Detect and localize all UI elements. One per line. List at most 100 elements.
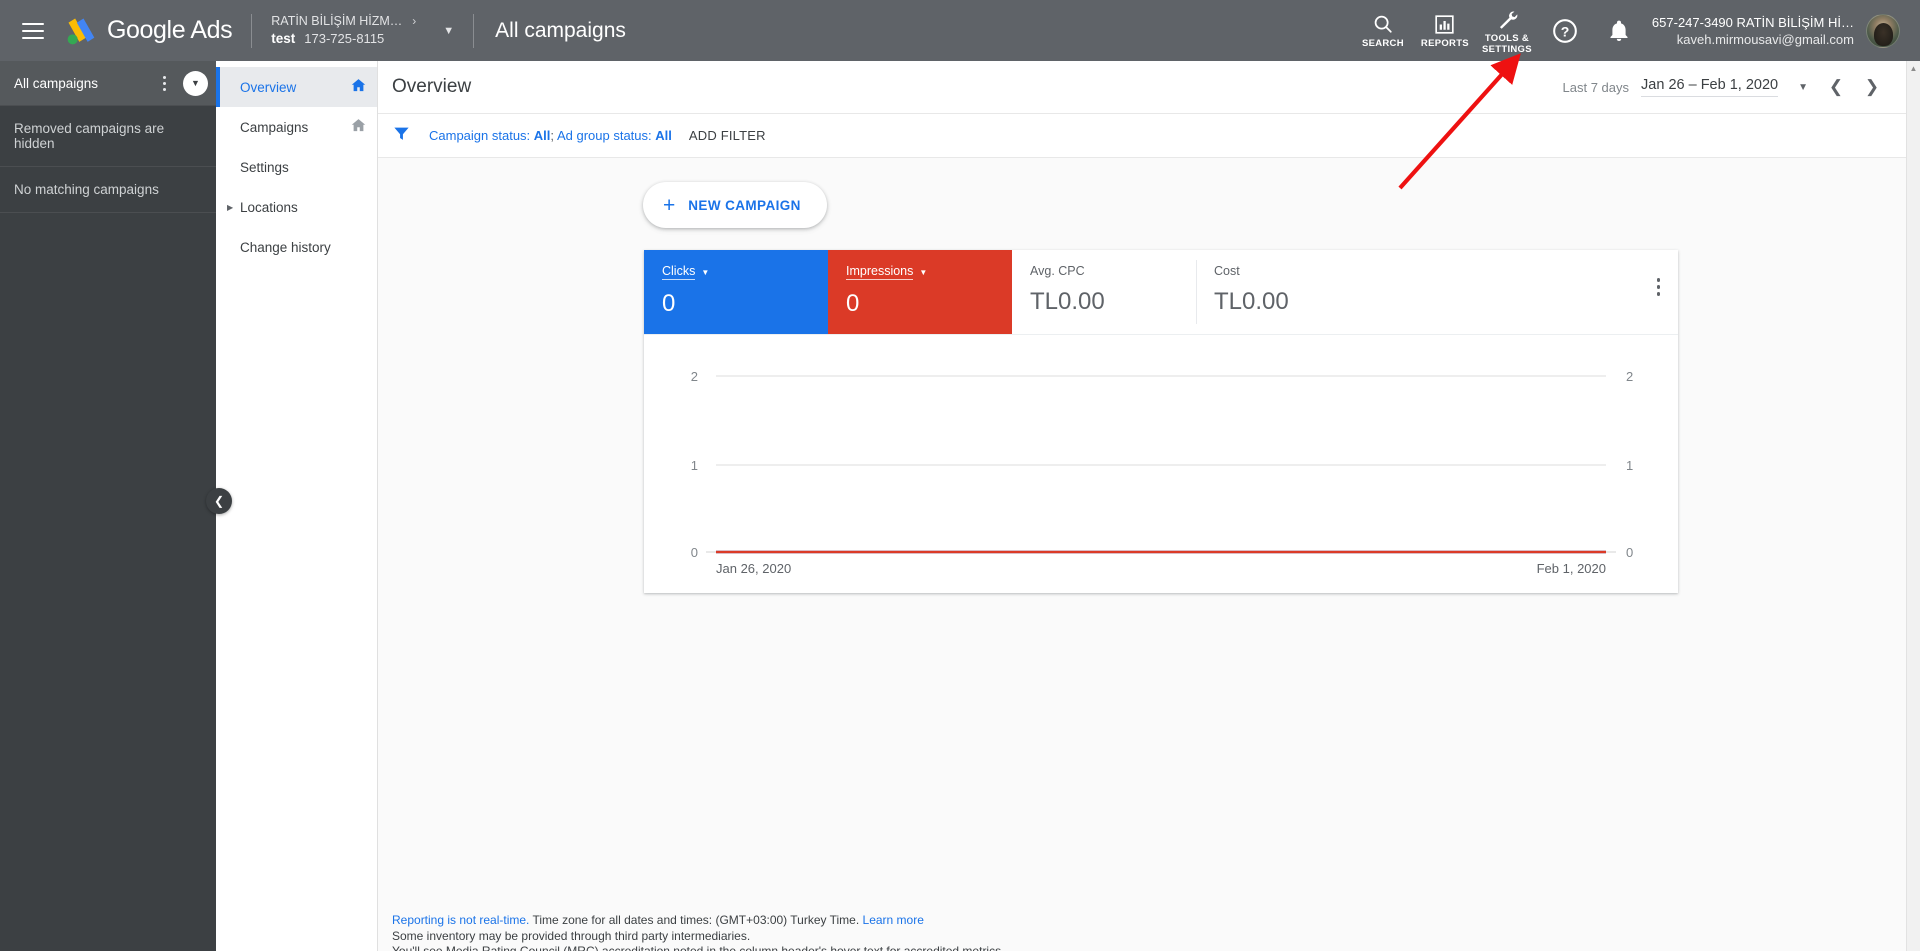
divider: [473, 13, 475, 48]
sidebar-item-settings[interactable]: Settings: [216, 147, 377, 187]
footer-line-2: Some inventory may be provided through t…: [392, 928, 751, 943]
previous-period-button[interactable]: ❮: [1828, 77, 1844, 97]
reports-button[interactable]: REPORTS: [1414, 11, 1476, 50]
chart-svg: 2 1 0 2 1 0 Jan 26, 2020 Feb 1, 2020: [691, 369, 1633, 576]
sidebar-item-label: Settings: [240, 159, 289, 175]
y-tick-right-1: 1: [1626, 458, 1633, 473]
home-icon[interactable]: [350, 117, 367, 137]
sidebar-item-label: Change history: [240, 239, 331, 255]
reports-label: REPORTS: [1420, 38, 1469, 50]
user-email: kaveh.mirmousavi@gmail.com: [1676, 31, 1854, 47]
new-campaign-button[interactable]: + NEW CAMPAIGN: [643, 182, 827, 228]
date-range-value[interactable]: Jan 26 – Feb 1, 2020: [1641, 77, 1779, 97]
divider: [251, 13, 253, 48]
next-period-button[interactable]: ❯: [1864, 77, 1880, 97]
chevron-left-icon: ❮: [213, 494, 225, 508]
metric-value: TL0.00: [1214, 288, 1289, 315]
card-more-vert-icon[interactable]: [1656, 278, 1660, 296]
x-tick-end: Feb 1, 2020: [1537, 561, 1606, 576]
page-scrollbar[interactable]: ▲: [1906, 61, 1920, 951]
campaign-status-value: All: [533, 128, 551, 143]
sidebar-item-overview[interactable]: Overview: [216, 67, 377, 107]
filter-bar: Campaign status: All; Ad group status: A…: [378, 114, 1906, 158]
sidebar-item-campaigns[interactable]: Campaigns: [216, 107, 377, 147]
learn-more-link[interactable]: Learn more: [863, 913, 924, 927]
chevron-down-icon[interactable]: ▼: [701, 268, 709, 277]
sidebar-item-label: Locations: [240, 199, 298, 215]
new-campaign-label: NEW CAMPAIGN: [688, 197, 801, 213]
account-selector[interactable]: RATİN BİLİŞİM HİZM… › test 173-725-8115: [271, 13, 421, 48]
x-tick-start: Jan 26, 2020: [716, 561, 791, 576]
footer-line-1: Reporting is not real-time. Time zone fo…: [392, 913, 1906, 929]
search-icon: [1372, 11, 1394, 37]
help-button[interactable]: ?: [1550, 16, 1580, 46]
timezone-text: Time zone for all dates and times: (GMT+…: [529, 913, 863, 927]
rail-row-no-matching: No matching campaigns: [0, 167, 216, 213]
metric-name: Avg. CPC: [1030, 264, 1085, 278]
reports-icon: [1434, 11, 1455, 37]
active-filter-chip[interactable]: Campaign status: All; Ad group status: A…: [429, 128, 672, 143]
footer-line-3: You'll see Media Rating Council (MRC) ac…: [392, 944, 1005, 951]
y-tick-left-2: 2: [691, 369, 698, 384]
adgroup-status-value: All: [655, 128, 672, 143]
metric-card-impressions[interactable]: Impressions ▼ 0: [828, 250, 1012, 334]
y-tick-left-0: 0: [691, 545, 698, 560]
main-content: Overview Last 7 days Jan 26 – Feb 1, 202…: [378, 61, 1906, 951]
account-name: test: [271, 31, 296, 46]
avatar[interactable]: [1866, 13, 1900, 48]
user-account-block[interactable]: 657-247-3490 RATİN BİLİŞİM Hİ… kaveh.mir…: [1652, 14, 1854, 48]
metric-value: 0: [662, 290, 676, 317]
filter-icon[interactable]: [392, 124, 411, 148]
chevron-right-icon: ›: [412, 14, 417, 28]
chevron-down-icon[interactable]: ▼: [919, 268, 927, 277]
account-id: 173-725-8115: [304, 31, 385, 46]
performance-chart: 2 1 0 2 1 0 Jan 26, 2020 Feb 1, 2020: [644, 335, 1678, 593]
home-icon[interactable]: [350, 77, 367, 97]
search-label: SEARCH: [1361, 38, 1404, 50]
chevron-down-icon[interactable]: ▼: [1798, 82, 1808, 93]
metric-card-avg-cpc[interactable]: Avg. CPC TL0.00: [1012, 250, 1196, 334]
expand-triangle-icon[interactable]: ▶: [227, 203, 233, 212]
rail-header[interactable]: All campaigns ▼: [0, 61, 216, 105]
hamburger-icon[interactable]: [22, 22, 44, 39]
ads-mark-icon: [67, 18, 95, 44]
brand-title: Google Ads: [107, 16, 233, 44]
y-tick-left-1: 1: [691, 458, 698, 473]
manager-account-name: RATİN BİLİŞİM HİZM…: [271, 14, 403, 28]
reporting-not-realtime-link[interactable]: Reporting is not real-time.: [392, 913, 529, 927]
sidebar-item-locations[interactable]: ▶ Locations: [216, 187, 377, 227]
date-preset-label: Last 7 days: [1562, 79, 1630, 95]
campaign-rail: All campaigns ▼ Removed campaigns are hi…: [0, 61, 216, 951]
rail-more-vert-icon[interactable]: [151, 75, 177, 91]
google-ads-logo[interactable]: Google Ads: [64, 16, 233, 46]
add-filter-button[interactable]: ADD FILTER: [689, 128, 766, 143]
secondary-nav: Overview Campaigns Settings ▶ Locations …: [216, 61, 378, 951]
tools-and-settings-button[interactable]: TOOLS & SETTINGS: [1476, 6, 1538, 55]
metric-name: Cost: [1214, 264, 1240, 278]
page-header: Overview Last 7 days Jan 26 – Feb 1, 202…: [378, 61, 1906, 114]
expand-circle-icon[interactable]: ▼: [183, 70, 208, 96]
metric-name: Impressions: [846, 264, 914, 280]
filter-separator: ;: [550, 128, 555, 143]
metric-name: Clicks: [662, 264, 696, 280]
account-dropdown-caret-icon[interactable]: ▼: [443, 25, 454, 37]
chevron-up-icon[interactable]: ▲: [1907, 61, 1920, 76]
campaign-status-label: Campaign status:: [429, 128, 531, 143]
rail-title: All campaigns: [14, 75, 99, 91]
plus-icon: +: [663, 193, 676, 217]
user-account-id-name: 657-247-3490 RATİN BİLİŞİM Hİ…: [1651, 14, 1854, 30]
notifications-button[interactable]: [1604, 16, 1634, 46]
metric-card-clicks[interactable]: Clicks ▼ 0: [644, 250, 828, 334]
collapse-panel-button[interactable]: ❮: [206, 488, 232, 514]
svg-text:?: ?: [1561, 23, 1570, 39]
footer-notes: Reporting is not real-time. Time zone fo…: [378, 913, 1906, 951]
wrench-icon: [1496, 6, 1518, 32]
metric-card-cost[interactable]: Cost TL0.00: [1196, 250, 1380, 334]
sidebar-item-label: Overview: [240, 79, 297, 95]
tools-label: TOOLS & SETTINGS: [1481, 33, 1532, 55]
search-button[interactable]: SEARCH: [1352, 11, 1414, 50]
sidebar-item-label: Campaigns: [240, 119, 309, 135]
sidebar-item-change-history[interactable]: Change history: [216, 227, 377, 267]
adgroup-status-label: Ad group status:: [556, 128, 652, 143]
help-icon: ?: [1553, 18, 1577, 43]
